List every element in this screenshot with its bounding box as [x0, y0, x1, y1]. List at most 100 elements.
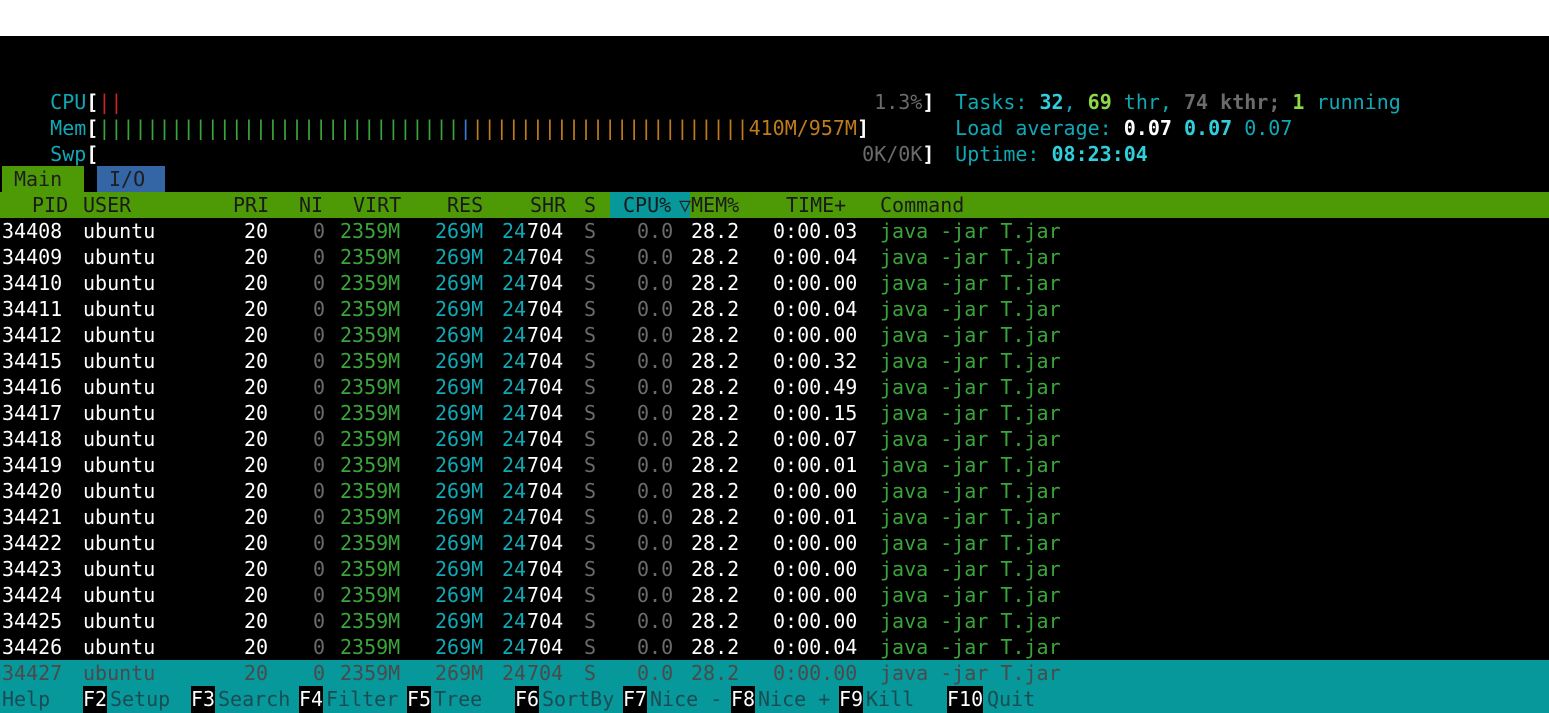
col-ni[interactable]: NI: [299, 192, 323, 218]
tab-main[interactable]: Main: [2, 166, 84, 192]
fkey-label-sortby[interactable]: SortBy: [542, 686, 614, 713]
process-row[interactable]: 34411 ubuntu 20 0 2359M 269M 24 704 S 0.0 28.2 0:00…: [0, 296, 1549, 322]
cell-pid: 34419: [2, 453, 63, 477]
fkey-f9[interactable]: F9: [839, 686, 864, 713]
cell-pid: 34416: [2, 375, 63, 399]
cell-state: S: [584, 323, 597, 347]
cell-user: ubuntu: [83, 531, 156, 555]
col-user[interactable]: USER: [83, 192, 131, 218]
cell-shr-high: 24: [502, 609, 527, 633]
cell-pid: 34421: [2, 505, 63, 529]
fkey-label-nice[interactable]: Nice +: [758, 686, 830, 713]
cell-user: ubuntu: [83, 323, 156, 347]
sort-indicator-icon: ▽: [679, 193, 692, 217]
col-shr[interactable]: SHR: [530, 192, 566, 218]
cell-command: java -jar T.jar: [880, 271, 1061, 295]
cell-virt: 2359M: [340, 245, 401, 269]
fkey-f2[interactable]: F2: [83, 686, 108, 713]
process-row[interactable]: 34410 ubuntu 20 0 2359M 269M 24 704 S 0.0 28.2 0:00…: [0, 270, 1549, 296]
cell-pid: 34412: [2, 323, 63, 347]
cell-user: ubuntu: [83, 297, 156, 321]
cell-shr-high: 24: [502, 245, 527, 269]
col-res[interactable]: RES: [447, 192, 483, 218]
cell-state: S: [584, 271, 597, 295]
col-pri[interactable]: PRI: [233, 192, 269, 218]
cell-cpu: 0.0: [637, 219, 674, 243]
cell-ni: 0: [313, 349, 326, 373]
cell-command: java -jar T.jar: [880, 661, 1061, 685]
process-row[interactable]: 34417 ubuntu 20 0 2359M 269M 24 704 S 0.0 28.2 0:00…: [0, 400, 1549, 426]
fkey-f8[interactable]: F8: [731, 686, 756, 713]
fkey-f6[interactable]: F6: [515, 686, 540, 713]
fkey-label-help[interactable]: Help: [2, 686, 50, 713]
cell-mem: 28.2: [691, 635, 740, 659]
cell-command: java -jar T.jar: [880, 245, 1061, 269]
cell-pri: 20: [244, 609, 269, 633]
cell-ni: 0: [313, 661, 326, 685]
process-row[interactable]: 34423 ubuntu 20 0 2359M 269M 24 704 S 0.0 28.2 0:00…: [0, 556, 1549, 582]
tab-io[interactable]: I/O: [97, 166, 165, 192]
col-virt[interactable]: VIRT: [353, 192, 401, 218]
process-row[interactable]: 34422 ubuntu 20 0 2359M 269M 24 704 S 0.0 28.2 0:00…: [0, 530, 1549, 556]
cell-user: ubuntu: [83, 375, 156, 399]
cell-virt: 2359M: [340, 427, 401, 451]
cell-cpu: 0.0: [637, 661, 674, 685]
process-row[interactable]: 34408 ubuntu 20 0 2359M 269M 24 704 S 0.0 28.2 0:00…: [0, 218, 1549, 244]
process-row[interactable]: 34424 ubuntu 20 0 2359M 269M 24 704 S 0.0 28.2 0:00…: [0, 582, 1549, 608]
process-row[interactable]: 34425 ubuntu 20 0 2359M 269M 24 704 S 0.0 28.2 0:00…: [0, 608, 1549, 634]
cell-ni: 0: [313, 505, 326, 529]
col-pid[interactable]: PID: [32, 192, 68, 218]
cell-user: ubuntu: [83, 661, 156, 685]
process-row[interactable]: 34426 ubuntu 20 0 2359M 269M 24 704 S 0.0 28.2 0:00…: [0, 634, 1549, 660]
process-row[interactable]: 34416 ubuntu 20 0 2359M 269M 24 704 S 0.0 28.2 0:00…: [0, 374, 1549, 400]
fkey-f5[interactable]: F5: [407, 686, 432, 713]
cell-shr-low: 704: [527, 661, 564, 685]
cell-ni: 0: [313, 531, 326, 555]
fkey-label-quit[interactable]: Quit: [987, 686, 1035, 713]
cell-state: S: [584, 245, 597, 269]
cell-time: 0:00.49: [773, 375, 858, 399]
fkey-label-search[interactable]: Search: [218, 686, 290, 713]
mem-meter: Mem[||||||||||||||||||||||||||||||||||||…: [50, 116, 869, 140]
cell-pri: 20: [244, 557, 269, 581]
mem-bar-buffers: |: [459, 116, 472, 140]
cell-mem: 28.2: [691, 453, 740, 477]
cell-command: java -jar T.jar: [880, 531, 1061, 555]
col-mem[interactable]: MEM%: [691, 192, 739, 218]
process-row[interactable]: 34412 ubuntu 20 0 2359M 269M 24 704 S 0.0 28.2 0:00…: [0, 322, 1549, 348]
cell-mem: 28.2: [691, 219, 740, 243]
fkey-f10[interactable]: F10: [947, 686, 984, 713]
process-row[interactable]: 34418 ubuntu 20 0 2359M 269M 24 704 S 0.0 28.2 0:00…: [0, 426, 1549, 452]
cell-user: ubuntu: [83, 609, 156, 633]
col-cpu[interactable]: CPU%: [623, 192, 671, 218]
cell-user: ubuntu: [83, 271, 156, 295]
col-time[interactable]: TIME+: [786, 192, 846, 218]
fkey-label-kill[interactable]: Kill: [866, 686, 914, 713]
fkey-label-filter[interactable]: Filter: [326, 686, 398, 713]
process-row[interactable]: 34409 ubuntu 20 0 2359M 269M 24 704 S 0.0 28.2 0:00…: [0, 244, 1549, 270]
process-row-selected[interactable]: 34427 ubuntu 20 0 2359M 269M 24 704 S 0.0 28.2 0:00…: [0, 660, 1549, 686]
cell-pid: 34415: [2, 349, 63, 373]
load-average: Load average: 0.07 0.07 0.07: [955, 116, 1293, 140]
cell-state: S: [584, 297, 597, 321]
cell-pri: 20: [244, 271, 269, 295]
process-row[interactable]: 34420 ubuntu 20 0 2359M 269M 24 704 S 0.0 28.2 0:00…: [0, 478, 1549, 504]
col-command[interactable]: Command: [880, 192, 964, 218]
fkey-f3[interactable]: F3: [191, 686, 216, 713]
cell-shr-low: 704: [527, 219, 564, 243]
col-state[interactable]: S: [584, 192, 596, 218]
fkey-label-tree[interactable]: Tree: [434, 686, 482, 713]
process-row[interactable]: 34415 ubuntu 20 0 2359M 269M 24 704 S 0.0 28.2 0:00…: [0, 348, 1549, 374]
cell-ni: 0: [313, 401, 326, 425]
process-row[interactable]: 34421 ubuntu 20 0 2359M 269M 24 704 S 0.0 28.2 0:00…: [0, 504, 1549, 530]
fkey-label-setup[interactable]: Setup: [110, 686, 170, 713]
cell-shr-low: 704: [527, 609, 564, 633]
fkey-label-nice[interactable]: Nice -: [650, 686, 722, 713]
fkey-f4[interactable]: F4: [299, 686, 324, 713]
cell-cpu: 0.0: [637, 427, 674, 451]
cell-command: java -jar T.jar: [880, 609, 1061, 633]
cell-res: 269M: [435, 557, 484, 581]
cell-res: 269M: [435, 323, 484, 347]
fkey-f7[interactable]: F7: [623, 686, 648, 713]
process-row[interactable]: 34419 ubuntu 20 0 2359M 269M 24 704 S 0.0 28.2 0:00…: [0, 452, 1549, 478]
